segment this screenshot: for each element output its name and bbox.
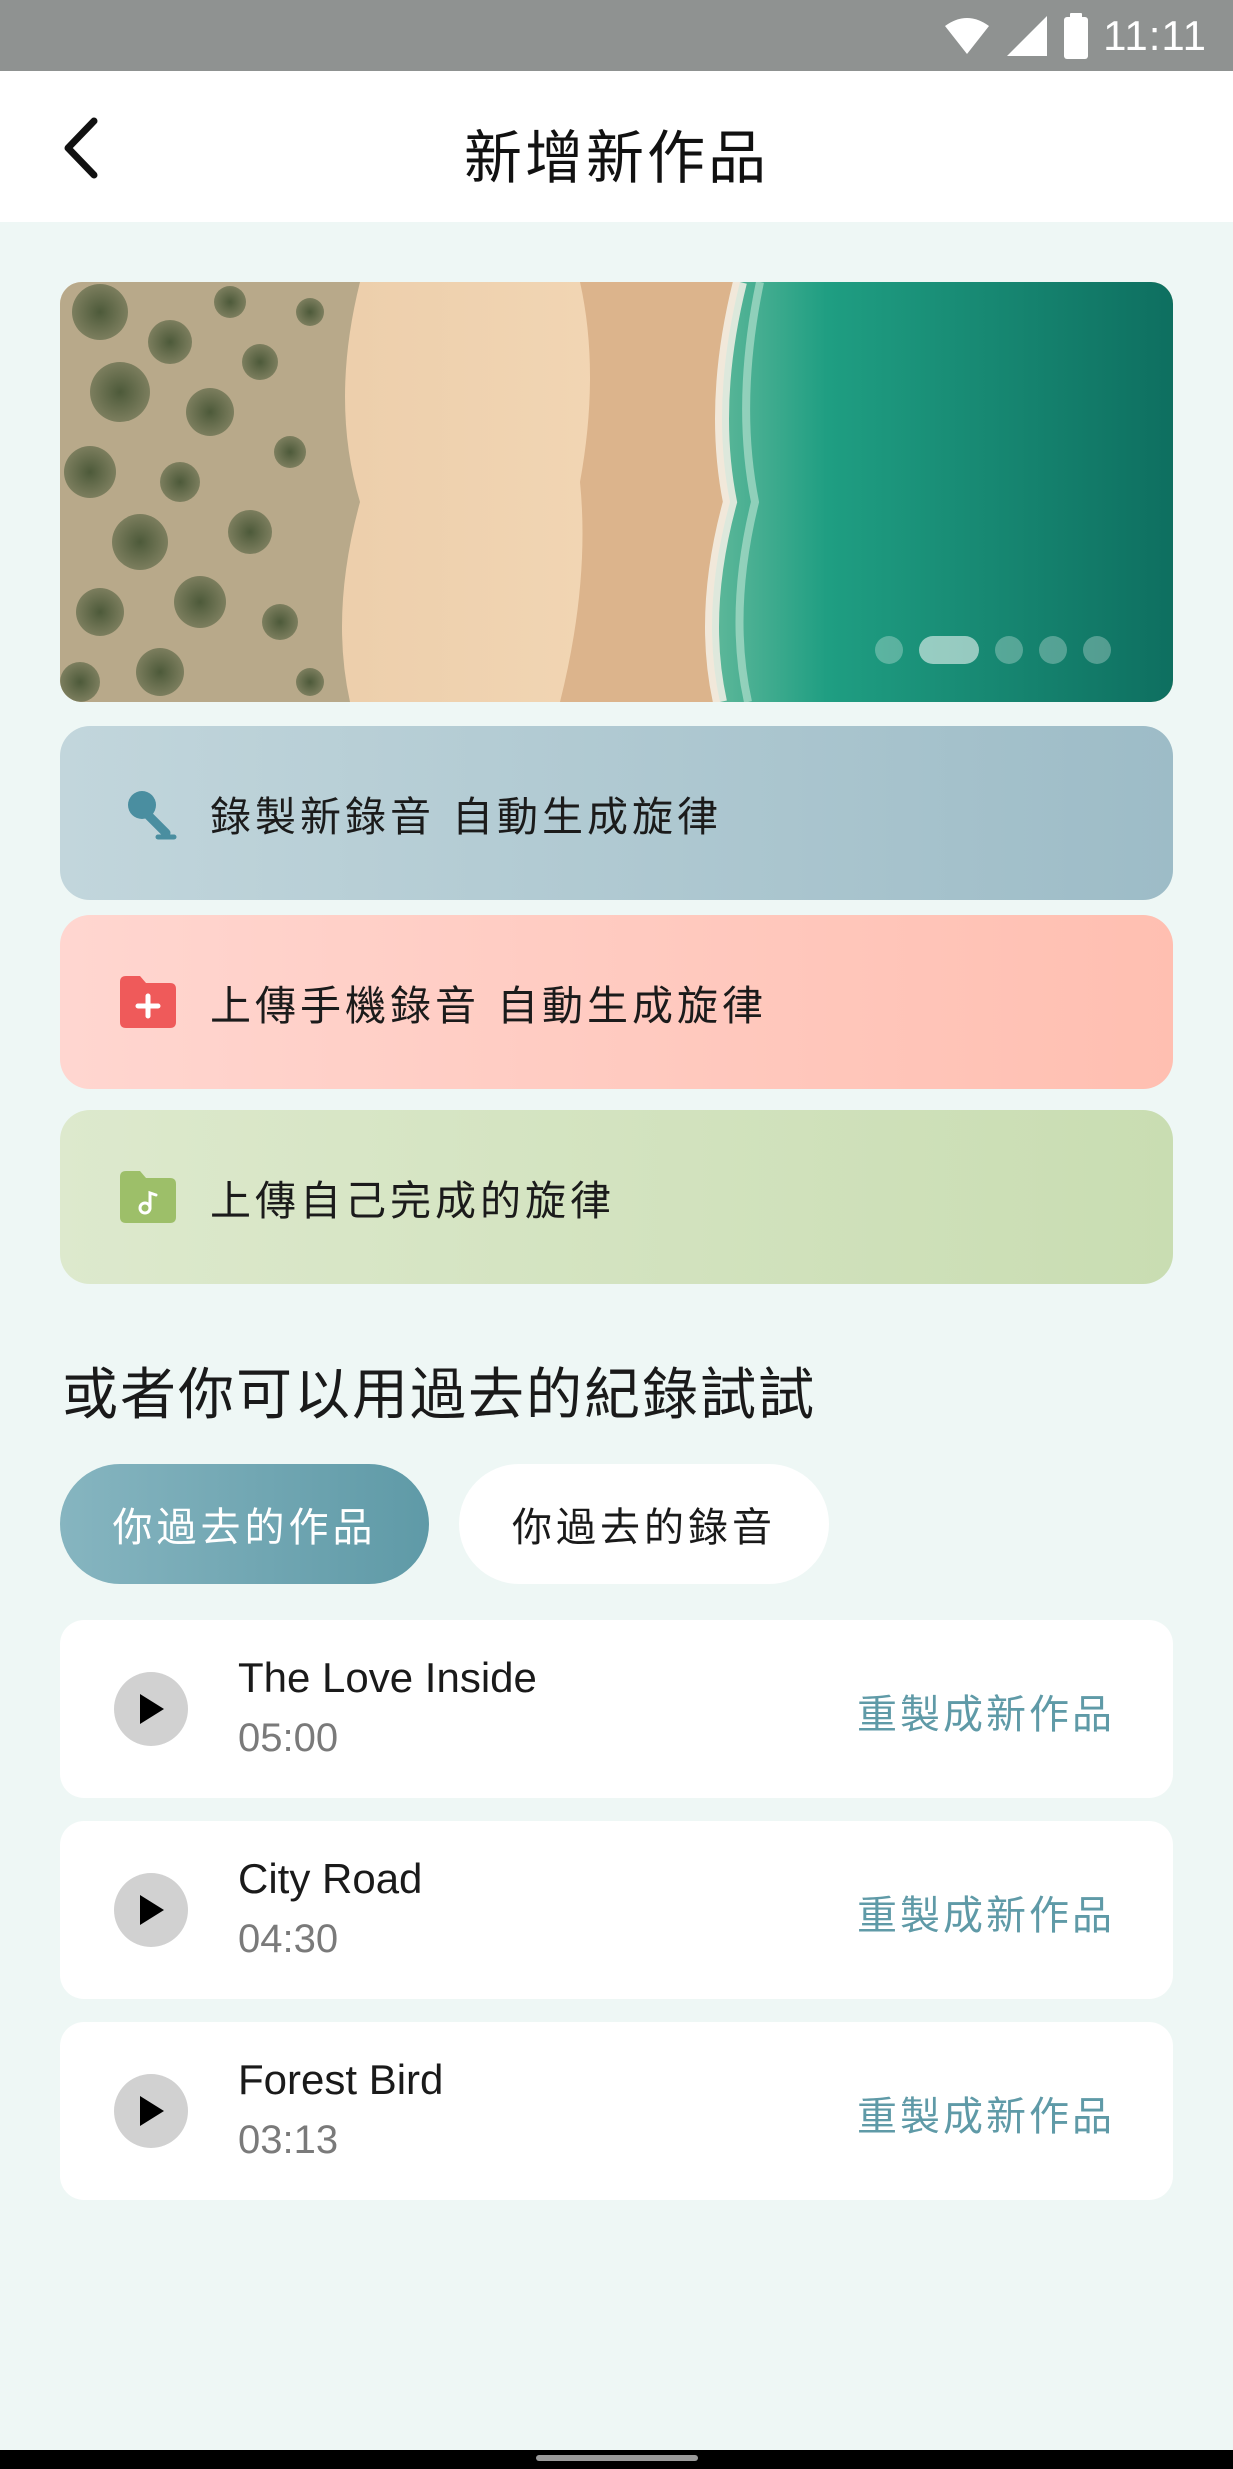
battery-icon [1064,12,1089,59]
play-button[interactable] [114,1672,188,1746]
track-title: City Road [238,1855,423,1902]
status-bar: 11:11 [0,0,1233,71]
folder-plus-icon [116,970,180,1034]
list-item: Forest Bird 03:13 重製成新作品 [60,2022,1173,2200]
track-duration: 05:00 [238,1716,339,1760]
tab-past-works[interactable]: 你過去的作品 [60,1464,429,1584]
microphone-icon [116,781,180,845]
track-duration: 04:30 [238,1917,339,1961]
carousel-dot[interactable] [1039,636,1067,664]
page-title: 新增新作品 [463,124,769,192]
list-item: City Road 04:30 重製成新作品 [60,1821,1173,1999]
folder-music-icon [116,1165,180,1229]
app-bar: 新增新作品 [0,71,1233,222]
play-button[interactable] [114,1873,188,1947]
carousel-dot[interactable] [995,636,1023,664]
signal-icon [1007,15,1048,56]
play-icon [140,2096,164,2126]
carousel-dots [875,636,1111,664]
carousel-dot[interactable] [875,636,903,664]
remake-button[interactable]: 重製成新作品 [857,1883,1115,1941]
upload-own-melody-label: 上傳自己完成的旋律 [210,1177,615,1225]
home-indicator[interactable] [536,2455,698,2461]
banner-carousel[interactable] [60,282,1173,702]
track-title: The Love Inside [238,1654,537,1701]
play-icon [140,1895,164,1925]
carousel-dot[interactable] [1083,636,1111,664]
tab-past-recordings[interactable]: 你過去的錄音 [459,1464,829,1584]
remake-button[interactable]: 重製成新作品 [857,2084,1115,2142]
section-title: 或者你可以用過去的紀錄試試 [62,1363,816,1428]
upload-recording-button[interactable]: 上傳手機錄音 自動生成旋律 [60,915,1173,1089]
record-new-button[interactable]: 錄製新錄音 自動生成旋律 [60,726,1173,900]
upload-own-melody-button[interactable]: 上傳自己完成的旋律 [60,1110,1173,1284]
record-new-label: 錄製新錄音 自動生成旋律 [210,793,723,841]
upload-recording-label: 上傳手機錄音 自動生成旋律 [210,982,768,1030]
list-item: The Love Inside 05:00 重製成新作品 [60,1620,1173,1798]
remake-button[interactable]: 重製成新作品 [857,1682,1115,1740]
track-title: Forest Bird [238,2056,444,2103]
play-icon [140,1694,164,1724]
status-time: 11:11 [1103,11,1207,59]
carousel-dot-active[interactable] [919,636,979,664]
status-icons: 11:11 [943,8,1207,63]
play-button[interactable] [114,2074,188,2148]
wifi-icon [945,17,990,54]
track-duration: 03:13 [238,2118,339,2162]
